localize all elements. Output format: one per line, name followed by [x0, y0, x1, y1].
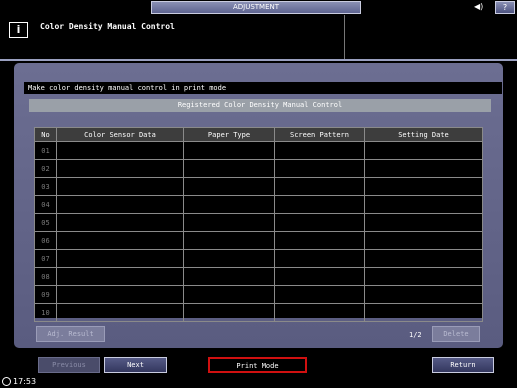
cell-setting-date — [364, 267, 483, 286]
cell-color-sensor-data — [56, 231, 184, 250]
cell-screen-pattern — [274, 231, 365, 250]
cell-screen-pattern — [274, 177, 365, 196]
cell-screen-pattern — [274, 267, 365, 286]
help-button[interactable]: ? — [495, 1, 515, 14]
table-row[interactable]: 07 — [34, 249, 483, 268]
cell-screen-pattern — [274, 285, 365, 304]
cell-screen-pattern — [274, 213, 365, 232]
table-row[interactable]: 04 — [34, 195, 483, 214]
row-number: 02 — [34, 159, 57, 178]
column-header-color-sensor-data: Color Sensor Data — [56, 127, 184, 142]
cell-color-sensor-data — [56, 303, 184, 322]
page-indicator: 1/2 — [409, 331, 422, 339]
print-mode-button[interactable]: Print Mode — [208, 357, 307, 373]
cell-color-sensor-data — [56, 249, 184, 268]
clock-time: 17:53 — [13, 377, 37, 386]
cell-screen-pattern — [274, 159, 365, 178]
cell-paper-type — [183, 141, 275, 160]
registered-table: No Color Sensor Data Paper Type Screen P… — [34, 127, 483, 322]
cell-paper-type — [183, 195, 275, 214]
cell-paper-type — [183, 177, 275, 196]
row-number: 08 — [34, 267, 57, 286]
cell-screen-pattern — [274, 141, 365, 160]
previous-button[interactable]: Previous — [38, 357, 100, 373]
column-header-screen-pattern: Screen Pattern — [274, 127, 365, 142]
tab-adjustment[interactable]: ADJUSTMENT — [151, 1, 361, 14]
cell-setting-date — [364, 177, 483, 196]
row-number: 06 — [34, 231, 57, 250]
table-row[interactable]: 09 — [34, 285, 483, 304]
cell-color-sensor-data — [56, 285, 184, 304]
table-row[interactable]: 08 — [34, 267, 483, 286]
cell-setting-date — [364, 159, 483, 178]
column-header-no: No — [34, 127, 57, 142]
row-number: 05 — [34, 213, 57, 232]
row-number: 03 — [34, 177, 57, 196]
table-row[interactable]: 03 — [34, 177, 483, 196]
cell-setting-date — [364, 303, 483, 322]
cell-screen-pattern — [274, 195, 365, 214]
cell-setting-date — [364, 249, 483, 268]
instruction-text: Make color density manual control in pri… — [24, 82, 502, 94]
row-number: 07 — [34, 249, 57, 268]
header-bottom-divider — [0, 59, 517, 61]
top-bar: ADJUSTMENT ◀) ? — [0, 0, 517, 15]
page-title: Color Density Manual Control — [40, 22, 175, 31]
cell-setting-date — [364, 141, 483, 160]
adj-result-button[interactable]: Adj. Result — [36, 326, 105, 342]
next-button[interactable]: Next — [104, 357, 167, 373]
return-button[interactable]: Return — [432, 357, 494, 373]
row-number: 01 — [34, 141, 57, 160]
cell-screen-pattern — [274, 303, 365, 322]
column-header-paper-type: Paper Type — [183, 127, 275, 142]
table-row[interactable]: 01 — [34, 141, 483, 160]
cell-setting-date — [364, 213, 483, 232]
speaker-icon[interactable]: ◀) — [474, 2, 488, 13]
row-number: 04 — [34, 195, 57, 214]
cell-setting-date — [364, 285, 483, 304]
cell-paper-type — [183, 303, 275, 322]
row-number: 09 — [34, 285, 57, 304]
cell-paper-type — [183, 285, 275, 304]
table-row[interactable]: 02 — [34, 159, 483, 178]
cell-screen-pattern — [274, 249, 365, 268]
table-row[interactable]: 06 — [34, 231, 483, 250]
info-icon: i — [9, 22, 28, 38]
cell-paper-type — [183, 213, 275, 232]
cell-paper-type — [183, 267, 275, 286]
registered-title-bar: Registered Color Density Manual Control — [29, 99, 491, 112]
delete-button[interactable]: Delete — [432, 326, 480, 342]
cell-color-sensor-data — [56, 141, 184, 160]
row-number: 10 — [34, 303, 57, 322]
table-row[interactable]: 05 — [34, 213, 483, 232]
cell-paper-type — [183, 159, 275, 178]
clock-icon — [2, 377, 11, 386]
cell-color-sensor-data — [56, 159, 184, 178]
cell-color-sensor-data — [56, 267, 184, 286]
clock: 17:53 — [2, 377, 36, 386]
cell-setting-date — [364, 231, 483, 250]
cell-paper-type — [183, 249, 275, 268]
table-row[interactable]: 10 — [34, 303, 483, 322]
cell-color-sensor-data — [56, 195, 184, 214]
column-header-setting-date: Setting Date — [364, 127, 483, 142]
cell-color-sensor-data — [56, 213, 184, 232]
cell-paper-type — [183, 231, 275, 250]
cell-color-sensor-data — [56, 177, 184, 196]
cell-setting-date — [364, 195, 483, 214]
header-divider — [344, 15, 345, 59]
